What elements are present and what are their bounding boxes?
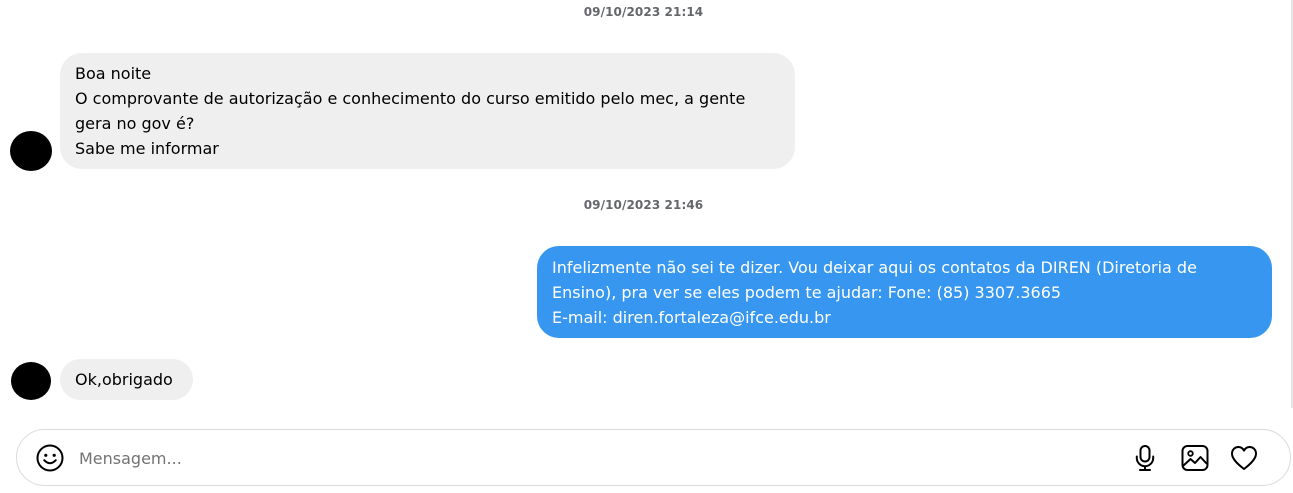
message-text-line: Ok,obrigado — [75, 370, 173, 389]
incoming-message-bubble[interactable]: Boa noite O comprovante de autorização e… — [60, 53, 795, 169]
message-input[interactable] — [79, 444, 1119, 472]
outgoing-message-bubble[interactable]: Infelizmente não sei te dizer. Vou deixa… — [537, 246, 1272, 338]
message-text-line: Sabe me informar — [75, 139, 219, 158]
emoji-icon[interactable] — [35, 443, 65, 473]
microphone-icon[interactable] — [1130, 443, 1160, 473]
message-text-line: Boa noite — [75, 64, 152, 83]
message-text-line: E-mail: diren.fortaleza@ifce.edu.br — [552, 308, 831, 327]
direct-message-page: 09/10/2023 21:14 Boa noite O comprovante… — [0, 0, 1293, 493]
message-text-line: Infelizmente não sei te dizer. Vou deixa… — [552, 258, 1197, 277]
image-icon[interactable] — [1180, 443, 1210, 473]
avatar[interactable] — [10, 131, 52, 171]
heart-icon[interactable] — [1229, 443, 1259, 473]
avatar[interactable] — [11, 362, 51, 400]
message-composer — [16, 429, 1291, 486]
message-text-line: Ensino), pra ver se eles podem te ajudar… — [552, 283, 1062, 302]
timestamp: 09/10/2023 21:14 — [583, 5, 704, 19]
message-text-line: O comprovante de autorização e conhecime… — [75, 89, 746, 108]
message-thread[interactable]: 09/10/2023 21:14 Boa noite O comprovante… — [0, 0, 1293, 410]
incoming-message-bubble[interactable]: Ok,obrigado — [60, 359, 193, 400]
message-text-line: gera no gov é? — [75, 114, 195, 133]
timestamp: 09/10/2023 21:46 — [583, 198, 704, 212]
